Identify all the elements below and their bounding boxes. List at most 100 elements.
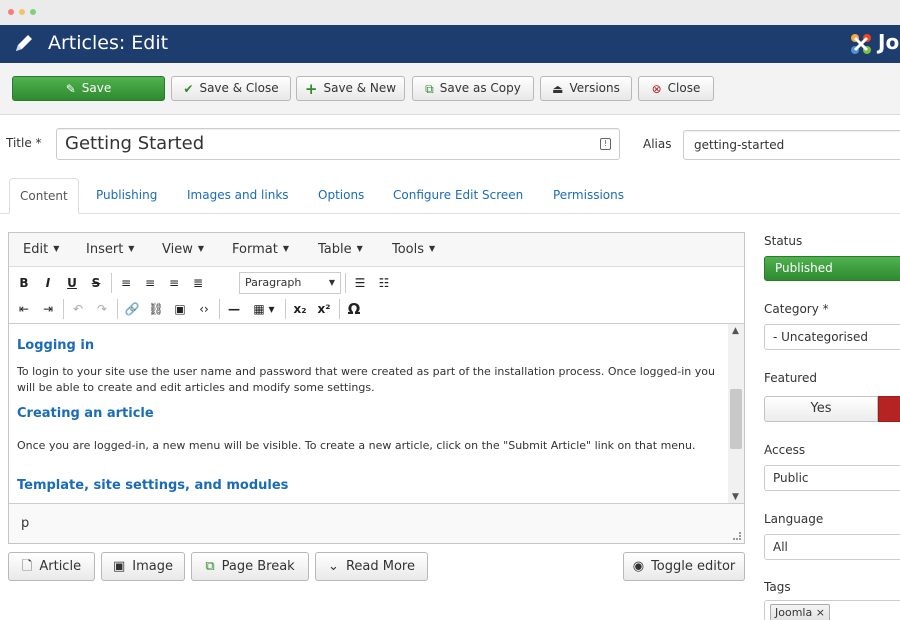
title-value: Getting Started (65, 133, 205, 154)
save-new-button[interactable]: + Save & New (296, 76, 405, 101)
category-select[interactable]: - Uncategorised (764, 324, 900, 350)
menu-insert[interactable]: Insert ▼ (86, 242, 134, 257)
tag-chip[interactable]: Joomla × (770, 604, 830, 620)
minimize-window-dot[interactable] (19, 9, 25, 15)
menu-view-label: View (162, 242, 193, 257)
title-input[interactable]: Getting Started ! (56, 128, 620, 160)
heading-template-settings: Template, site settings, and modules (17, 478, 289, 493)
editor-content-area[interactable]: Logging in To login to your site use the… (9, 323, 744, 503)
caret-down-icon: ▼ (197, 244, 205, 253)
versions-label: Versions (569, 81, 620, 95)
scroll-down-icon[interactable]: ▼ (732, 492, 739, 502)
save-label: Save (81, 81, 112, 95)
caret-down-icon: ▼ (128, 244, 135, 253)
element-path[interactable]: p (21, 516, 29, 531)
strikethrough-icon[interactable]: S (85, 272, 107, 294)
heading-creating-article: Creating an article (17, 406, 154, 421)
scrollbar-thumb[interactable] (730, 389, 742, 449)
field-options-icon[interactable]: ! (600, 138, 611, 150)
tab-images-and-links[interactable]: Images and links (177, 178, 299, 214)
status-select[interactable]: Published (764, 256, 900, 281)
toolbar-divider (111, 273, 112, 293)
source-code-icon[interactable]: ‹› (193, 298, 215, 320)
window-titlebar (0, 0, 900, 25)
edit-icon: ✎ (65, 81, 76, 96)
close-button[interactable]: ⊗ Close (638, 76, 714, 101)
menu-view[interactable]: View ▼ (162, 242, 204, 257)
save-button[interactable]: ✎ Save (12, 76, 165, 101)
tags-input[interactable]: Joomla × (764, 600, 900, 620)
tab-publishing[interactable]: Publishing (86, 178, 167, 214)
superscript-icon[interactable]: x² (313, 298, 335, 320)
save-as-copy-label: Save as Copy (439, 81, 521, 95)
align-left-icon[interactable]: ≡ (115, 272, 137, 294)
status-label: Status (764, 234, 803, 248)
versions-button[interactable]: ⏏ Versions (540, 76, 632, 101)
toggle-editor-button[interactable]: ◉ Toggle editor (623, 552, 745, 581)
unlink-icon[interactable]: ⛓ (145, 298, 167, 320)
featured-no-toggle[interactable] (878, 396, 900, 422)
page-break-button[interactable]: ⧉ Page Break (191, 552, 309, 581)
close-window-dot[interactable] (8, 9, 14, 15)
insert-image-icon[interactable]: ▣ (169, 298, 191, 320)
bold-icon[interactable]: B (13, 272, 35, 294)
menu-format-label: Format (232, 242, 278, 257)
menu-tools[interactable]: Tools ▼ (392, 242, 435, 257)
caret-down-icon: ▼ (429, 244, 436, 253)
menu-insert-label: Insert (86, 242, 124, 257)
save-new-label: Save & New (323, 81, 397, 95)
special-character-icon[interactable]: Ω (343, 298, 365, 320)
read-more-button[interactable]: ⌄ Read More (315, 552, 428, 581)
toolbar-divider (345, 273, 346, 293)
tab-options[interactable]: Options (308, 178, 374, 214)
alias-input[interactable]: getting-started (683, 130, 900, 160)
insert-image-button[interactable]: ▣ Image (101, 552, 185, 581)
language-select[interactable]: All (764, 534, 900, 560)
tab-permissions[interactable]: Permissions (543, 178, 634, 214)
featured-yes-toggle[interactable]: Yes (764, 396, 878, 422)
tab-configure-edit-screen[interactable]: Configure Edit Screen (383, 178, 533, 214)
featured-yes-label: Yes (810, 401, 832, 416)
block-format-select[interactable]: Paragraph ▼ (239, 272, 341, 294)
menu-format[interactable]: Format ▼ (232, 242, 289, 257)
scroll-up-icon[interactable]: ▲ (732, 326, 739, 336)
page-header: Articles: Edit Jo (0, 25, 900, 63)
save-as-copy-button[interactable]: ⧉ Save as Copy (412, 76, 534, 101)
outdent-icon[interactable]: ⇤ (13, 298, 35, 320)
table-icon[interactable]: ▦ ▾ (247, 298, 281, 320)
redo-icon[interactable]: ↷ (91, 298, 113, 320)
resize-grip-icon[interactable] (733, 532, 741, 540)
block-format-value: Paragraph (245, 276, 302, 289)
undo-icon[interactable]: ↶ (67, 298, 89, 320)
tags-label: Tags (764, 580, 791, 594)
horizontal-rule-icon[interactable]: — (223, 298, 245, 320)
tab-content[interactable]: Content (9, 178, 79, 214)
subscript-icon[interactable]: x₂ (289, 298, 311, 320)
insert-article-button[interactable]: 🗋 Article (8, 552, 95, 581)
format-toolbar-row-2: ⇤ ⇥ ↶ ↷ 🔗 ⛓ ▣ ‹› — ▦ ▾ x₂ x² Ω (11, 297, 742, 321)
indent-icon[interactable]: ⇥ (37, 298, 59, 320)
joomla-logo-icon (851, 34, 871, 54)
bullet-list-icon[interactable]: ☰ (349, 272, 371, 294)
pencil-icon (16, 35, 32, 51)
toolbar: ✎ Save ✔ Save & Close + Save & New ⧉ Sav… (0, 63, 900, 115)
access-select[interactable]: Public (764, 465, 900, 491)
save-close-button[interactable]: ✔ Save & Close (171, 76, 291, 101)
paragraph-creating-article: Once you are logged-in, a new menu will … (17, 439, 696, 452)
underline-icon[interactable]: U (61, 272, 83, 294)
copy-icon: ⧉ (205, 559, 215, 574)
numbered-list-icon[interactable]: ☷ (373, 272, 395, 294)
menu-table[interactable]: Table ▼ (318, 242, 363, 257)
close-label: Close (667, 81, 701, 95)
align-center-icon[interactable]: ≡ (139, 272, 161, 294)
menu-edit[interactable]: Edit ▼ (23, 242, 59, 257)
paragraph-logging-in: To login to your site use the user name … (17, 365, 715, 394)
toolbar-divider (219, 299, 220, 319)
editor-scrollbar[interactable]: ▲ ▼ (728, 324, 744, 503)
tab-bar: Content Publishing Images and links Opti… (0, 174, 900, 214)
link-icon[interactable]: 🔗 (121, 298, 143, 320)
italic-icon[interactable]: I (37, 272, 59, 294)
maximize-window-dot[interactable] (30, 9, 36, 15)
align-justify-icon[interactable]: ≣ (187, 272, 209, 294)
align-right-icon[interactable]: ≡ (163, 272, 185, 294)
